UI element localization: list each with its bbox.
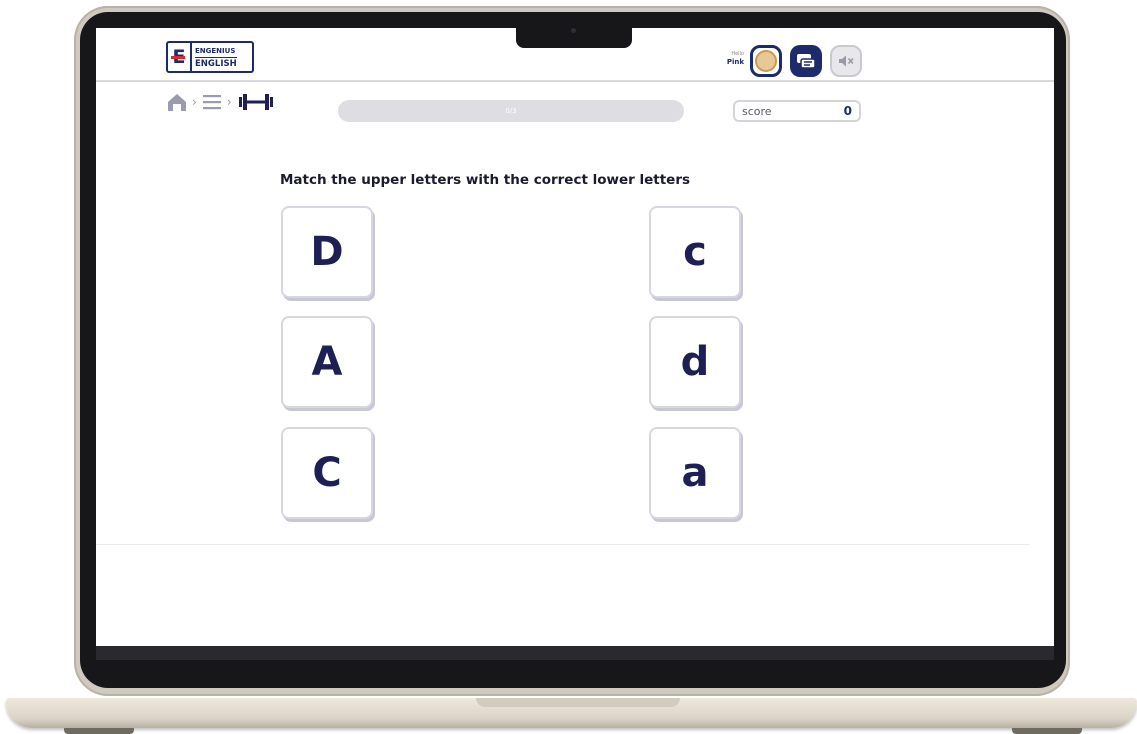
language-button[interactable] <box>790 45 822 77</box>
trackpad-notch <box>476 698 680 707</box>
camera-icon <box>571 28 576 33</box>
upper-letter-card[interactable]: A <box>281 316 373 408</box>
home-icon[interactable] <box>166 92 188 112</box>
laptop-base <box>6 698 1137 728</box>
score-value: 0 <box>843 104 852 118</box>
mute-icon <box>839 55 854 67</box>
avatar-icon <box>755 50 777 72</box>
lower-letter-card[interactable]: c <box>649 206 741 298</box>
screen-chin <box>96 646 1054 660</box>
brand-logo[interactable]: E ENGENIUS ENGLISH <box>166 41 254 73</box>
app-screen: E ENGENIUS ENGLISH Hello Pink › › 0/3 sc… <box>96 28 1054 646</box>
laptop-foot-left <box>64 728 134 734</box>
progress-text: 0/3 <box>505 107 517 115</box>
lower-letter-card[interactable]: a <box>649 427 741 519</box>
user-greeting: Hello Pink <box>718 51 744 67</box>
user-name: Pink <box>726 58 744 66</box>
exercise-dumbbell-icon <box>238 94 273 110</box>
lower-letter-card[interactable]: d <box>649 316 741 408</box>
menu-icon[interactable] <box>201 93 223 111</box>
chevron-right-icon: › <box>226 95 232 109</box>
chevron-right-icon: › <box>192 95 197 109</box>
brand-name-line2: ENGLISH <box>195 56 237 69</box>
sound-toggle-button[interactable] <box>830 45 862 77</box>
breadcrumb: › › <box>166 90 276 114</box>
language-icon <box>797 54 816 69</box>
upper-letter-card[interactable]: D <box>281 206 373 298</box>
score-label: score <box>742 104 772 118</box>
progress-bar: 0/3 <box>338 100 684 122</box>
camera-notch <box>516 26 632 48</box>
brand-name-line1: ENGENIUS <box>195 46 236 55</box>
brand-logo-mark: E <box>168 43 192 71</box>
score-box: score 0 <box>733 100 861 122</box>
upper-letter-card[interactable]: C <box>281 427 373 519</box>
laptop-foot-right <box>1012 728 1082 734</box>
instruction-text: Match the upper letters with the correct… <box>280 172 691 188</box>
avatar-button[interactable] <box>750 45 782 77</box>
footer-divider <box>96 544 1030 545</box>
